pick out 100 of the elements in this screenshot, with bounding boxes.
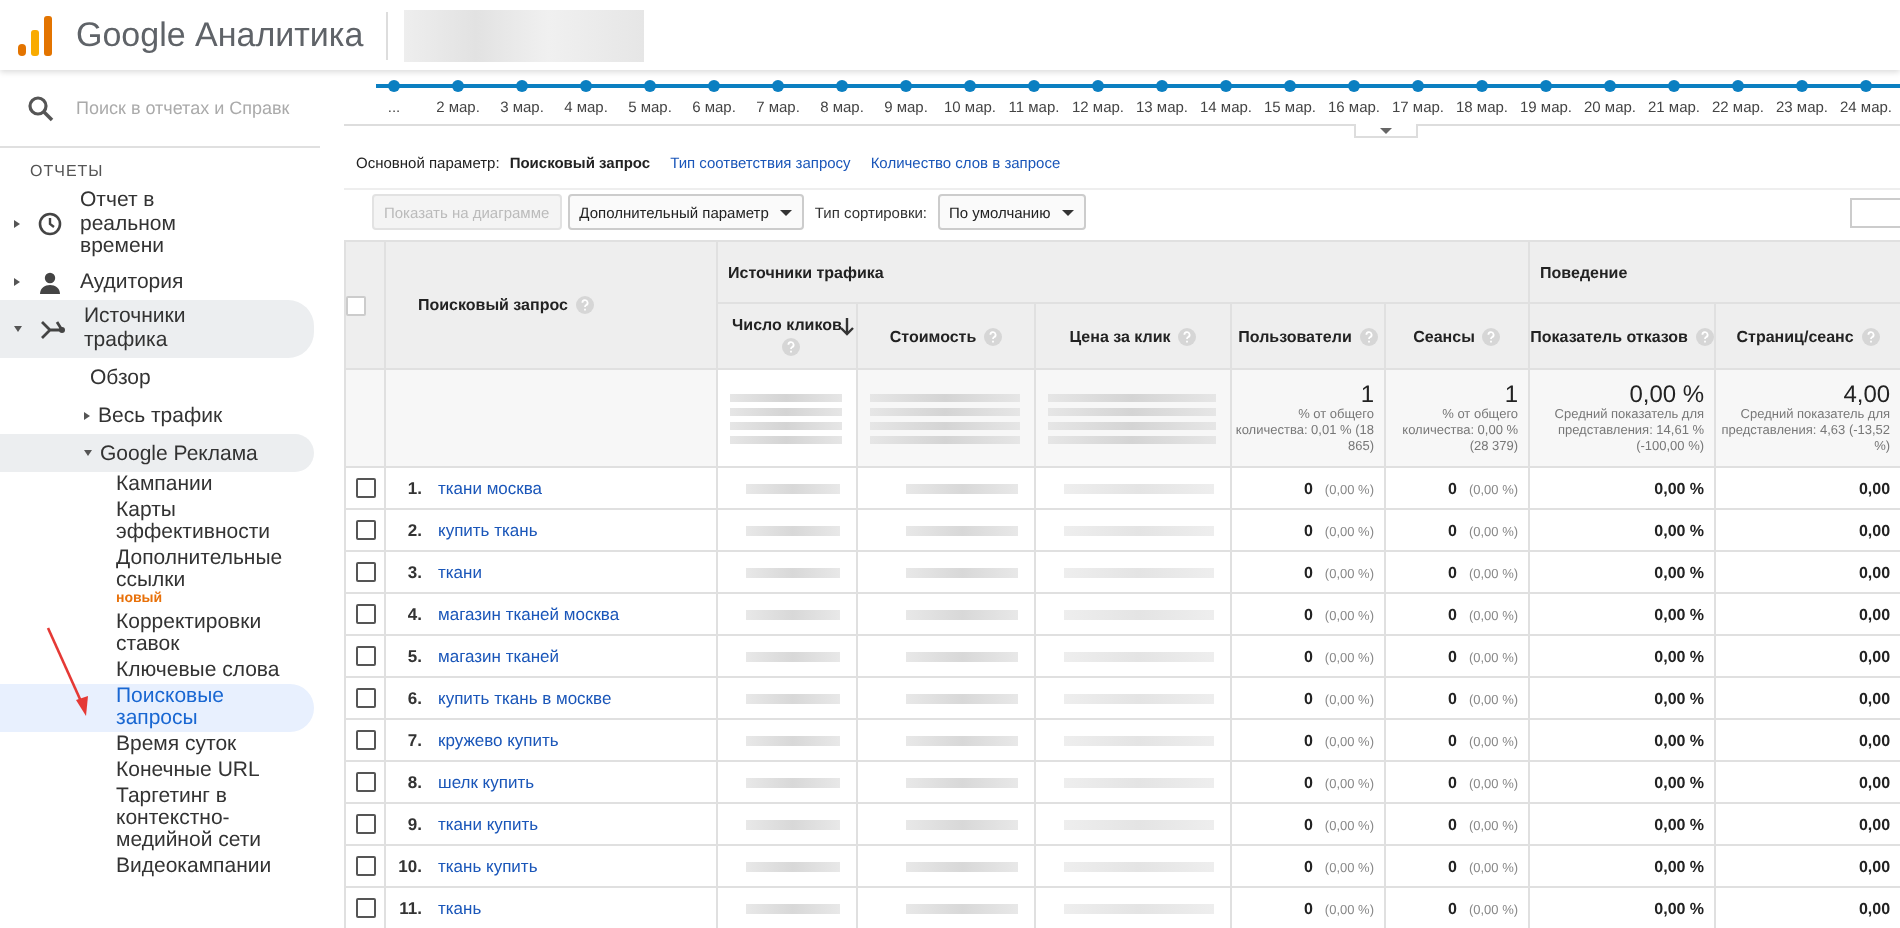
query-link[interactable]: ткань — [438, 898, 482, 918]
query-link[interactable]: ткани купить — [438, 814, 539, 834]
users-value: 0 — [1303, 689, 1313, 707]
query-link[interactable]: магазин тканей — [438, 646, 560, 666]
sessions-value: 0 — [1448, 899, 1457, 917]
column-header[interactable]: Цена за клик — [1069, 327, 1171, 345]
nav-item[interactable]: Обзор — [0, 358, 314, 396]
blurred-value — [906, 861, 1018, 871]
sessions-value: 0 — [1448, 689, 1457, 707]
bounce-rate-value: 0,00 % — [1654, 479, 1705, 497]
sessions-value: 0 — [1448, 521, 1457, 539]
column-header[interactable]: Страниц/сеанс — [1736, 327, 1854, 345]
row-checkbox[interactable] — [355, 898, 375, 918]
bounce-rate-value: 0,00 % — [1654, 899, 1705, 917]
select-all-checkbox[interactable] — [347, 295, 366, 315]
bounce-rate-value: 0,00 % — [1654, 815, 1705, 833]
query-link[interactable]: ткани москва — [438, 478, 543, 498]
row-checkbox[interactable] — [355, 730, 375, 750]
pages-per-session-value: 0,00 — [1858, 563, 1891, 581]
nav-item[interactable]: Источники трафика — [0, 300, 314, 358]
column-header[interactable]: Стоимость — [889, 327, 977, 345]
blurred-value — [906, 903, 1018, 913]
expand-arrow-icon — [14, 326, 22, 332]
column-header-cell[interactable]: Число кликов — [717, 303, 857, 369]
column-header-cell[interactable]: Сеансы — [1385, 303, 1530, 369]
row-checkbox[interactable] — [355, 772, 375, 792]
column-header-cell[interactable]: Пользователи — [1231, 303, 1385, 369]
nav-item[interactable]: Google Реклама — [0, 434, 314, 472]
sessions-value: 0 — [1448, 647, 1457, 665]
column-header[interactable]: Число кликов — [732, 316, 842, 334]
column-header[interactable]: Показатель отказов — [1531, 327, 1688, 345]
column-header-cell[interactable]: Показатель отказов — [1529, 303, 1716, 369]
sessions-value: 0 — [1448, 563, 1457, 581]
report-search-field[interactable]: Поиск в отчетах и Справк — [76, 98, 296, 118]
query-link[interactable]: купить ткань в москве — [438, 688, 612, 708]
query-link[interactable]: ткань купить — [438, 856, 538, 876]
column-header[interactable]: Сеансы — [1413, 327, 1475, 345]
row-checkbox[interactable] — [355, 646, 375, 666]
users-value: 0 — [1303, 605, 1313, 623]
nav-subitem[interactable]: Конечные URL — [0, 758, 314, 784]
blurred-value — [746, 777, 840, 787]
nav-subitem[interactable]: Время суток — [0, 732, 314, 758]
pages-per-session-value: 0,00 — [1858, 773, 1891, 791]
bounce-rate-value: 0,00 % — [1654, 731, 1705, 749]
row-number: 4. — [405, 604, 422, 624]
row-checkbox[interactable] — [355, 604, 375, 624]
nav-subitem[interactable]: Корректировки ставок — [0, 610, 314, 658]
branch-icon — [40, 317, 66, 341]
nav-subitem[interactable]: Видеокампании — [0, 854, 314, 880]
query-link[interactable]: кружево купить — [438, 730, 559, 750]
row-checkbox[interactable] — [355, 688, 375, 708]
row-checkbox[interactable] — [355, 562, 375, 582]
nav-subitem[interactable]: Поисковые запросы — [0, 684, 314, 732]
query-link[interactable]: купить ткань — [438, 520, 538, 540]
nav-item[interactable]: Весь трафик — [0, 396, 314, 434]
expand-arrow-icon — [14, 278, 20, 287]
column-header-cell[interactable]: Цена за клик — [1035, 303, 1231, 369]
column-header[interactable]: Пользователи — [1238, 327, 1352, 345]
users-value: 0 — [1303, 563, 1313, 581]
query-link[interactable]: шелк купить — [438, 772, 535, 792]
collapse-button[interactable] — [1354, 124, 1418, 138]
total-value: 1 — [1358, 380, 1374, 408]
blurred-value — [746, 735, 840, 745]
pages-per-session-value: 0,00 — [1858, 899, 1891, 917]
users-value: 0 — [1303, 773, 1313, 791]
nav-subitem[interactable]: Таргетинг в контекстно-медийной сети — [0, 784, 314, 854]
blurred-value — [746, 483, 840, 493]
sessions-value: 0 — [1448, 479, 1457, 497]
search-icon — [28, 95, 54, 121]
column-header-cell[interactable]: Стоимость — [857, 303, 1035, 369]
column-header-cell[interactable]: Страниц/сеанс — [1715, 303, 1900, 369]
query-link[interactable]: ткани — [438, 562, 482, 582]
row-number: 1. — [405, 478, 422, 498]
row-checkbox[interactable] — [355, 856, 375, 876]
expand-arrow-icon — [14, 220, 20, 229]
total-value: 1 — [1502, 380, 1519, 408]
blurred-value — [906, 483, 1018, 493]
nav-item[interactable]: Аудитория — [0, 265, 314, 300]
column-header-cell[interactable]: Поисковый запрос — [385, 241, 717, 369]
pages-per-session-value: 0,00 — [1858, 815, 1891, 833]
row-checkbox[interactable] — [355, 814, 375, 834]
query-link[interactable]: магазин тканей москва — [438, 604, 620, 624]
pages-per-session-value: 0,00 — [1858, 689, 1891, 707]
bounce-rate-value: 0,00 % — [1654, 521, 1705, 539]
pages-per-session-value: 0,00 — [1858, 521, 1891, 539]
column-group-header: Поведение — [1540, 263, 1628, 281]
column-header[interactable]: Поисковый запрос — [418, 295, 568, 314]
filter-field[interactable] — [1850, 197, 1900, 227]
nav-subitem[interactable]: Ключевые слова — [0, 658, 314, 684]
blurred-value — [906, 651, 1018, 661]
nav-item[interactable]: Отчет в реальном времени — [0, 184, 314, 265]
product-title: Google Аналитика — [76, 15, 364, 55]
pages-per-session-value: 0,00 — [1858, 731, 1891, 749]
sort-arrow-icon[interactable] — [840, 318, 854, 336]
nav-subitem[interactable]: Кампании — [0, 472, 314, 498]
blurred-value — [746, 525, 840, 535]
row-checkbox[interactable] — [355, 478, 375, 498]
row-checkbox[interactable] — [355, 520, 375, 540]
nav-subitem[interactable]: Карты эффективности — [0, 498, 314, 546]
pages-per-session-value: 0,00 — [1858, 605, 1891, 623]
